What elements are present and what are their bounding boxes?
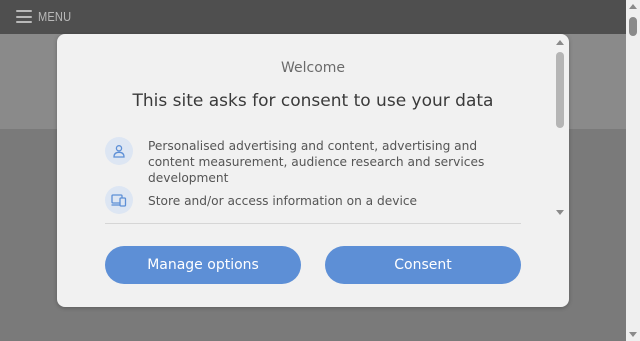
consent-button[interactable]: Consent (325, 246, 521, 284)
consent-scroll-area: Welcome This site asks for consent to us… (57, 34, 553, 224)
divider (105, 223, 521, 224)
scrollbar-thumb[interactable] (556, 52, 564, 128)
scroll-down-arrow-icon[interactable] (629, 332, 637, 337)
hamburger-icon (16, 10, 32, 23)
menu-label: MENU (38, 9, 72, 24)
window-scrollbar[interactable] (626, 0, 640, 341)
site-header: MENU (0, 0, 626, 34)
scrollbar-thumb[interactable] (629, 17, 637, 36)
person-icon (105, 137, 133, 165)
dialog-title: This site asks for consent to use your d… (132, 91, 494, 111)
purpose-item: Store and/or access information on a dev… (105, 186, 518, 214)
scroll-down-arrow-icon[interactable] (556, 210, 564, 215)
manage-options-button[interactable]: Manage options (105, 246, 301, 284)
dialog-scrollbar[interactable] (553, 38, 567, 222)
purpose-item: Personalised advertising and content, ad… (105, 137, 518, 186)
purpose-text: Store and/or access information on a dev… (148, 194, 418, 208)
menu-button[interactable]: MENU (16, 9, 77, 24)
consent-dialog: Welcome This site asks for consent to us… (57, 34, 569, 307)
purpose-text: Personalised advertising and content, ad… (148, 139, 485, 185)
devices-icon (105, 186, 133, 214)
scroll-up-arrow-icon[interactable] (556, 40, 564, 45)
dialog-welcome: Welcome (280, 60, 346, 76)
scroll-up-arrow-icon[interactable] (629, 4, 637, 9)
